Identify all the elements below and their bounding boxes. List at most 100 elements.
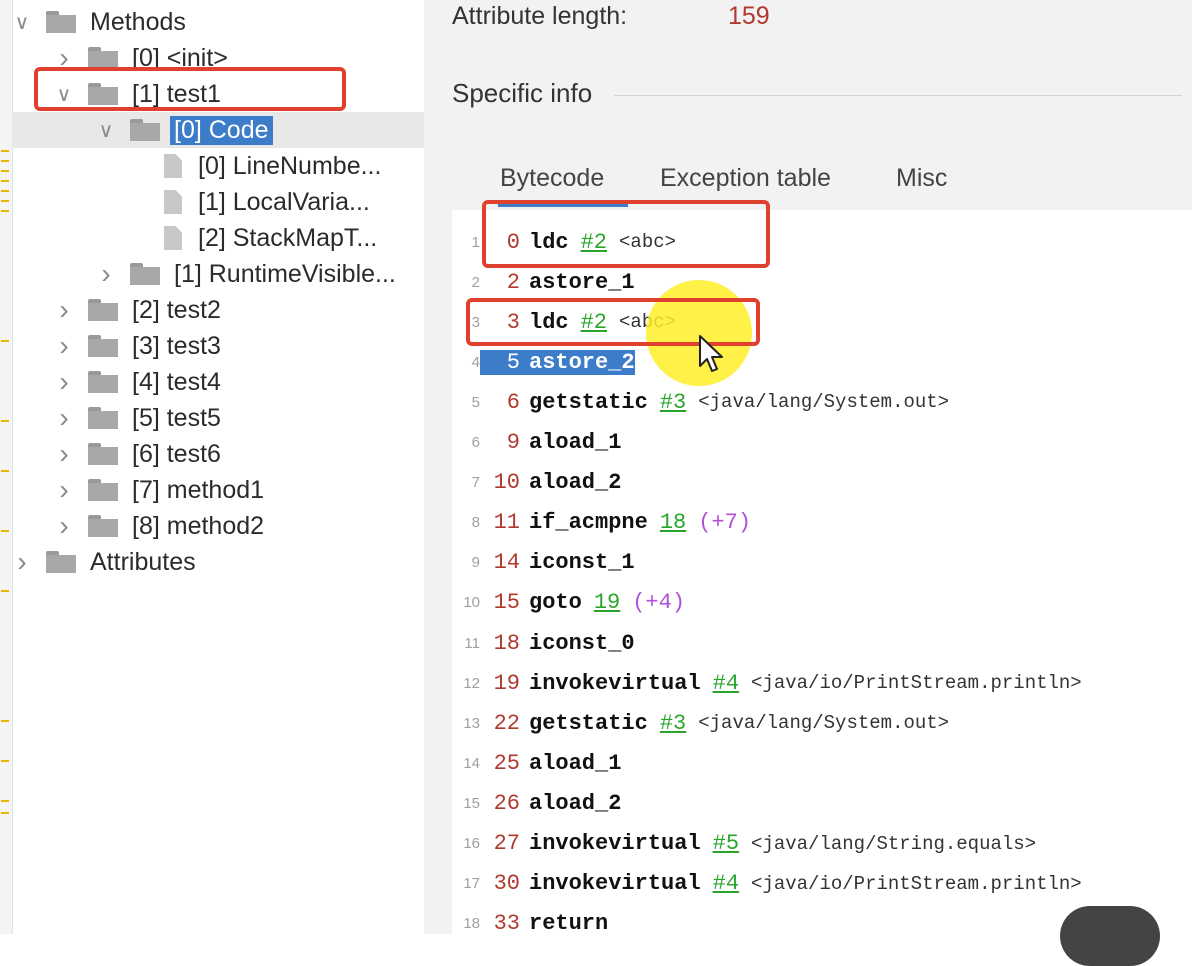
gutter-marker bbox=[1, 340, 9, 342]
operand-link[interactable]: #3 bbox=[660, 390, 686, 415]
bytecode-line[interactable]: 10 15 goto 19 (+4) bbox=[452, 583, 685, 623]
tree-node[interactable]: › [6] test6 bbox=[12, 436, 424, 472]
bytecode-line[interactable]: 4 5 astore_2 bbox=[452, 342, 635, 382]
bytecode-line[interactable]: 6 9 aload_1 bbox=[452, 423, 622, 463]
tree-node[interactable]: › Attributes bbox=[12, 544, 424, 580]
chevron-right-icon[interactable]: › bbox=[54, 510, 74, 542]
jump-delta: (+4) bbox=[632, 590, 686, 616]
operand-link[interactable]: 19 bbox=[594, 590, 620, 615]
gutter-marker bbox=[1, 470, 9, 472]
operand-link[interactable]: #3 bbox=[660, 711, 686, 736]
tree-node-label: [5] test5 bbox=[132, 403, 221, 432]
bytecode-line[interactable]: 13 22 getstatic #3 <java/lang/System.out> bbox=[452, 703, 949, 743]
line-number: 4 bbox=[471, 353, 480, 371]
tree-node[interactable]: › [2] test2 bbox=[12, 292, 424, 328]
tree-node[interactable]: [2] StackMapT... bbox=[12, 220, 424, 256]
folder-icon bbox=[88, 371, 118, 393]
instruction-offset: 15 bbox=[493, 590, 520, 616]
bytecode-line[interactable]: 2 2 astore_1 bbox=[452, 262, 635, 302]
bytecode-line[interactable]: 15 26 aload_2 bbox=[452, 783, 621, 823]
gutter-marker bbox=[1, 200, 9, 202]
line-number: 18 bbox=[463, 915, 480, 933]
folder-icon bbox=[88, 47, 118, 69]
opcode: getstatic bbox=[529, 389, 648, 415]
tree-node-label: [2] StackMapT... bbox=[198, 223, 378, 252]
chevron-right-icon[interactable]: › bbox=[54, 366, 74, 398]
gutter-marker bbox=[1, 190, 9, 192]
operand-link[interactable]: #5 bbox=[713, 831, 739, 856]
gutter-marker bbox=[1, 420, 9, 422]
tree-node-label: [6] test6 bbox=[132, 439, 221, 468]
tab-exception-table[interactable]: Exception table bbox=[660, 164, 831, 203]
line-number: 7 bbox=[471, 474, 480, 492]
bytecode-line[interactable]: 17 30 invokevirtual #4 <java/io/PrintStream.… bbox=[452, 864, 1081, 904]
bytecode-line[interactable]: 8 11 if_acmpne 18 (+7) bbox=[452, 503, 751, 543]
bytecode-line[interactable]: 16 27 invokevirtual #5 <java/lang/String.equ… bbox=[452, 824, 1036, 864]
bytecode-line[interactable]: 12 19 invokevirtual #4 <java/io/PrintStream.… bbox=[452, 663, 1081, 703]
tree-node-label: [1] RuntimeVisible... bbox=[174, 259, 396, 288]
tree-node[interactable]: [0] LineNumbe... bbox=[12, 148, 424, 184]
operand-link[interactable]: 18 bbox=[660, 510, 686, 535]
folder-icon bbox=[130, 119, 160, 141]
instruction-offset: 33 bbox=[493, 911, 520, 937]
folder-icon bbox=[88, 335, 118, 357]
tree-node-label: Methods bbox=[90, 7, 186, 36]
opcode: aload_1 bbox=[529, 750, 622, 776]
tree-node-label: [4] test4 bbox=[132, 367, 221, 396]
line-number: 12 bbox=[463, 674, 480, 692]
folder-icon bbox=[88, 443, 118, 465]
instruction-offset: 11 bbox=[493, 510, 520, 536]
folder-icon bbox=[88, 407, 118, 429]
chevron-down-icon[interactable]: ∨ bbox=[12, 10, 32, 35]
chevron-right-icon[interactable]: › bbox=[54, 402, 74, 434]
bytecode-line[interactable]: 18 33 return bbox=[452, 904, 608, 944]
tree-node[interactable]: [1] LocalVaria... bbox=[12, 184, 424, 220]
bytecode-line[interactable]: 9 14 iconst_1 bbox=[452, 543, 635, 583]
line-number: 9 bbox=[471, 554, 480, 572]
folder-icon bbox=[88, 299, 118, 321]
chevron-right-icon[interactable]: › bbox=[54, 438, 74, 470]
opcode: return bbox=[529, 911, 609, 937]
operand-comment: <java/lang/System.out> bbox=[698, 712, 950, 735]
gutter-marker bbox=[1, 210, 9, 212]
section-divider bbox=[614, 95, 1182, 96]
annotation-box-test1 bbox=[34, 67, 346, 111]
instruction-offset: 5 bbox=[480, 349, 529, 375]
chevron-right-icon[interactable]: › bbox=[54, 294, 74, 326]
operand-link[interactable]: #4 bbox=[713, 671, 739, 696]
bytecode-line[interactable]: 5 6 getstatic #3 <java/lang/System.out> bbox=[452, 382, 949, 422]
tree-node[interactable]: ∨ Methods bbox=[12, 4, 424, 40]
chevron-down-icon[interactable]: ∨ bbox=[96, 118, 116, 143]
chevron-right-icon[interactable]: › bbox=[54, 330, 74, 362]
tree-node-label: Attributes bbox=[90, 547, 196, 576]
chevron-right-icon[interactable]: › bbox=[96, 258, 116, 290]
line-number: 6 bbox=[471, 434, 480, 451]
line-number: 17 bbox=[463, 875, 480, 893]
bytecode-line[interactable]: 11 18 iconst_0 bbox=[452, 623, 635, 663]
tree-node[interactable]: › [5] test5 bbox=[12, 400, 424, 436]
instruction-offset: 26 bbox=[493, 790, 520, 816]
instruction-offset: 14 bbox=[493, 550, 520, 576]
tree-node[interactable]: › [1] RuntimeVisible... bbox=[12, 256, 424, 292]
operand-comment: <java/lang/String.equals> bbox=[751, 832, 1037, 855]
tree-node[interactable]: › [4] test4 bbox=[12, 364, 424, 400]
tree-node[interactable]: › [3] test3 bbox=[12, 328, 424, 364]
opcode: iconst_0 bbox=[529, 630, 635, 656]
line-number: 1 bbox=[471, 233, 480, 251]
gutter-marker bbox=[1, 760, 9, 762]
line-number: 13 bbox=[463, 714, 480, 732]
tree-node[interactable]: › [8] method2 bbox=[12, 508, 424, 544]
bytecode-line[interactable]: 14 25 aload_1 bbox=[452, 743, 621, 783]
line-number: 14 bbox=[463, 754, 480, 772]
operand-link[interactable]: #4 bbox=[713, 871, 739, 896]
tree-node-label: [2] test2 bbox=[132, 295, 221, 324]
chevron-right-icon[interactable]: › bbox=[54, 474, 74, 506]
bytecode-line[interactable]: 7 10 aload_2 bbox=[452, 463, 622, 503]
tab-misc[interactable]: Misc bbox=[896, 164, 947, 203]
chevron-right-icon[interactable]: › bbox=[12, 546, 32, 578]
tree-node[interactable]: ∨ [0] Code bbox=[12, 112, 424, 148]
opcode: astore_2 bbox=[529, 349, 635, 375]
tree-node-label: [3] test3 bbox=[132, 331, 221, 360]
tree-node[interactable]: › [7] method1 bbox=[12, 472, 424, 508]
opcode: invokevirtual bbox=[529, 871, 701, 897]
